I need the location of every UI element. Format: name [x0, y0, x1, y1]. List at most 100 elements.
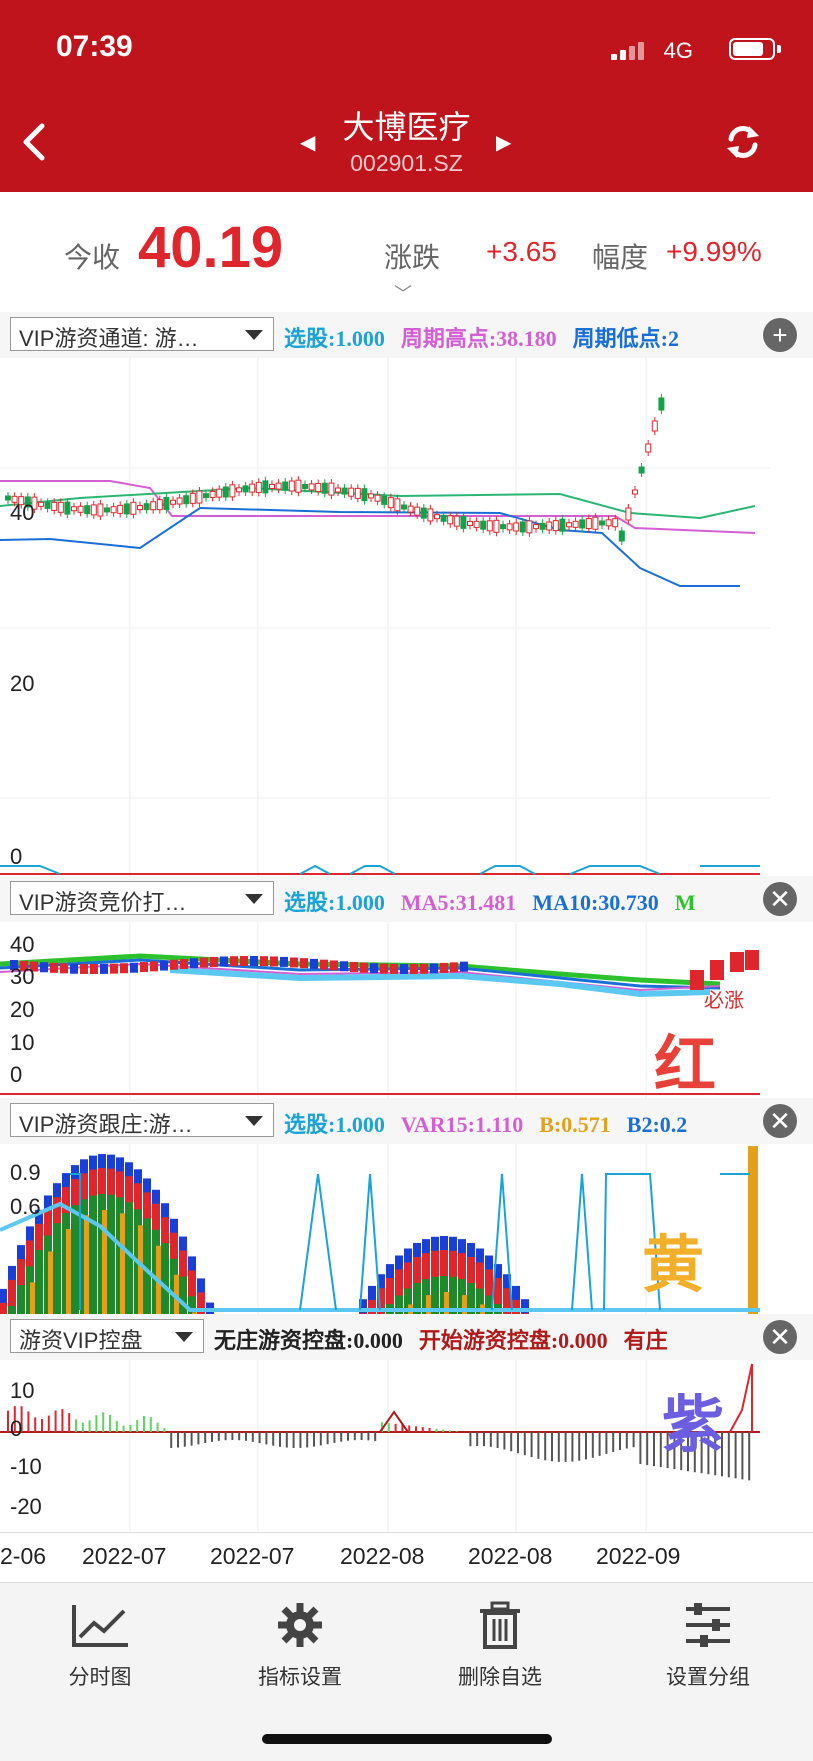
candle-body — [203, 493, 209, 499]
candle-body — [44, 501, 51, 509]
battery-tip — [777, 45, 781, 53]
follow-bar-orange — [48, 1251, 53, 1314]
auction-bar — [240, 956, 248, 967]
chart-kline: 40 20 0 — [0, 358, 813, 876]
indicator-select-3-label: VIP游资跟庄:游… — [19, 1112, 193, 1137]
candle-body — [546, 521, 553, 531]
big-purple-label: 紫 — [662, 1391, 725, 1460]
candle-body — [638, 466, 645, 474]
y-label: -20 — [10, 1494, 42, 1519]
auction-bar — [270, 956, 278, 967]
candle-body — [321, 482, 328, 494]
stock-code: 002901.SZ — [350, 150, 463, 176]
indicator-bar-4: 游资VIP控盘 无庄游资控盘:0.000 开始游资控盘:0.000 有庄 ✕ — [0, 1314, 813, 1360]
candle-body — [341, 487, 348, 495]
indicator-select-1[interactable]: VIP游资通道: 游… — [10, 317, 274, 351]
candle-body — [453, 515, 460, 527]
candle-body — [269, 483, 275, 489]
auction-bar — [250, 956, 258, 967]
auction-bar — [60, 963, 68, 974]
bizhang-annotation: 必涨 — [704, 990, 744, 1012]
indicator-bar-1: VIP游资通道: 游… 选股:1.000 周期高点:38.180 周期低点:2 + — [0, 312, 813, 358]
candle-body — [189, 492, 196, 504]
candle-body — [493, 519, 500, 533]
tab-delete-watchlist[interactable]: 删除自选 — [400, 1601, 600, 1691]
follow-bar-red — [0, 1302, 7, 1314]
pct-label: 幅度 — [592, 242, 649, 273]
candle-body — [645, 443, 652, 453]
y-label: -10 — [10, 1454, 42, 1479]
auction-bar — [100, 963, 108, 974]
auction-bar — [370, 963, 378, 974]
ind2-val-3: M — [674, 890, 696, 915]
close-indicator-button[interactable]: ✕ — [763, 1320, 797, 1354]
follow-bar-orange — [84, 1215, 89, 1314]
candle-body — [374, 494, 381, 502]
close-indicator-button[interactable]: ✕ — [763, 882, 797, 916]
follow-bar-green — [17, 1285, 25, 1314]
candle-body — [552, 520, 559, 532]
signal-icon — [611, 40, 645, 60]
refresh-icon[interactable] — [723, 122, 763, 162]
candle-body — [315, 483, 322, 493]
indicator-select-4[interactable]: 游资VIP控盘 — [10, 1319, 204, 1353]
auction-bar — [70, 963, 78, 974]
candle-body — [467, 520, 473, 526]
candle-body — [434, 514, 440, 520]
close-indicator-button[interactable]: ✕ — [763, 1104, 797, 1138]
y-label: 10 — [10, 1030, 35, 1055]
candle-body — [262, 480, 269, 494]
indicator-bar-3: VIP游资跟庄:游… 选股:1.000 VAR15:1.110 B:0.571 B2:… — [0, 1098, 813, 1144]
big-yellow-label: 黄 — [642, 1231, 705, 1300]
candle-body — [77, 505, 84, 513]
auction-bar — [420, 963, 428, 974]
auction-bar — [710, 960, 724, 980]
auction-bar — [230, 956, 238, 967]
ind4-val-1: 开始游资控盘:0.000 — [418, 1328, 608, 1353]
tab-intraday[interactable]: 分时图 — [0, 1601, 200, 1691]
indicator-bar-2: VIP游资竞价打… 选股:1.000 MA5:31.481 MA10:30.730 M… — [0, 876, 813, 922]
ind1-val-1: 周期高点:38.180 — [400, 326, 557, 351]
candle-body — [196, 490, 203, 504]
auction-bar — [40, 962, 48, 973]
candle-body — [176, 497, 183, 505]
tab-set-group[interactable]: 设置分组 — [608, 1601, 808, 1691]
candle-body — [209, 490, 216, 498]
candle-body — [288, 480, 295, 492]
stock-name: 大博医疗 — [342, 109, 471, 145]
dropdown-arrow-icon — [245, 1116, 263, 1126]
chevron-down-icon[interactable]: ﹀ — [394, 280, 412, 306]
candle-body — [605, 519, 612, 527]
y-label: 20 — [10, 671, 35, 696]
candle-body — [381, 495, 388, 505]
candle-body — [242, 485, 249, 493]
tab-label: 删除自选 — [458, 1666, 542, 1689]
tab-label: 分时图 — [68, 1666, 132, 1689]
auction-bar — [220, 956, 228, 967]
y-label: 0.6 — [10, 1194, 41, 1219]
auction-bar — [330, 960, 338, 971]
follow-bar-green — [8, 1305, 16, 1314]
add-indicator-button[interactable]: + — [763, 318, 797, 352]
follow-bar-green — [53, 1223, 61, 1314]
indicator-select-2[interactable]: VIP游资竞价打… — [10, 881, 274, 915]
ind3-val-2: B:0.571 — [539, 1112, 611, 1137]
follow-bar-orange — [66, 1229, 71, 1314]
x-tick: 2-06 — [0, 1543, 47, 1569]
candle-body — [394, 498, 401, 512]
y-label: 30 — [10, 964, 35, 989]
candle-body — [216, 488, 223, 498]
indicator-select-1-label: VIP游资通道: 游… — [19, 326, 199, 351]
follow-bar-green — [161, 1243, 169, 1314]
candle-body — [275, 482, 282, 490]
auction-bar — [745, 950, 759, 970]
candle-body — [460, 515, 467, 529]
tab-indicator-settings[interactable]: 指标设置 — [200, 1601, 400, 1691]
auction-bar — [260, 956, 268, 967]
candle-body — [473, 520, 480, 528]
indicator-select-3[interactable]: VIP游资跟庄:游… — [10, 1103, 274, 1137]
x-tick: 2022-07 — [210, 1543, 295, 1569]
follow-bar-orange — [748, 1146, 758, 1314]
auction-bar — [360, 962, 368, 973]
nav-bar: ◀ 大博医疗 ▶ 002901.SZ — [0, 100, 813, 192]
